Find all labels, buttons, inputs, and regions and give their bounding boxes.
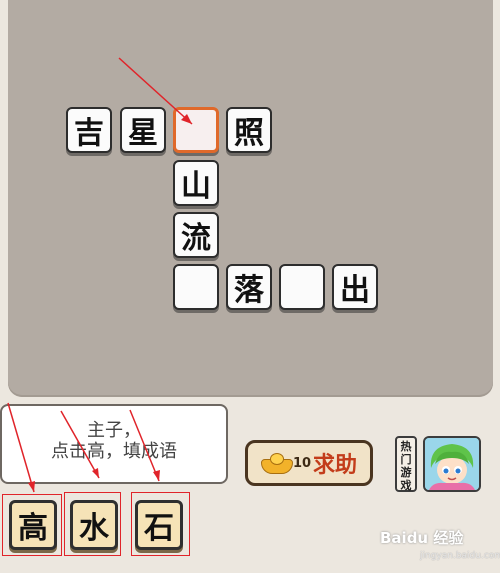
grid-cell[interactable]: 出	[332, 264, 378, 310]
grid-cell[interactable]: 山	[173, 160, 219, 206]
hint-bubble: 主子， 点击高，填成语	[0, 404, 228, 484]
hint-line-2: 点击高，填成语	[51, 441, 177, 462]
grid-cell[interactable]: 流	[173, 212, 219, 258]
hot-games-char: 戏	[400, 479, 412, 492]
grid-cell[interactable]: 照	[226, 107, 272, 153]
hot-games-char: 门	[400, 453, 412, 466]
grid-cell-selected[interactable]	[173, 107, 219, 153]
help-cost: 10	[292, 455, 312, 471]
gold-ingot-icon	[260, 453, 293, 474]
grid-cell[interactable]: 吉	[66, 107, 112, 153]
grid-cell[interactable]	[173, 264, 219, 310]
puzzle-board	[8, 0, 493, 397]
help-label: 求助	[313, 453, 358, 478]
grid-cell[interactable]	[279, 264, 325, 310]
hint-line-1: 主子，	[87, 420, 141, 441]
hot-games-char: 热	[400, 440, 412, 453]
hot-games-label[interactable]: 热 门 游 戏	[395, 436, 417, 492]
hot-games-char: 游	[400, 466, 412, 479]
grid-cell[interactable]: 落	[226, 264, 272, 310]
annotation-box	[2, 494, 62, 556]
annotation-box	[64, 492, 121, 556]
help-button[interactable]: 10 求助	[245, 440, 373, 486]
hot-game-thumbnail[interactable]	[423, 436, 481, 492]
game-character-icon	[425, 438, 479, 490]
watermark-url: jingyan.baidu.com	[420, 551, 500, 561]
watermark-logo: Baidu 经验	[380, 529, 464, 547]
grid-cell[interactable]: 星	[120, 107, 166, 153]
annotation-box	[131, 492, 190, 556]
